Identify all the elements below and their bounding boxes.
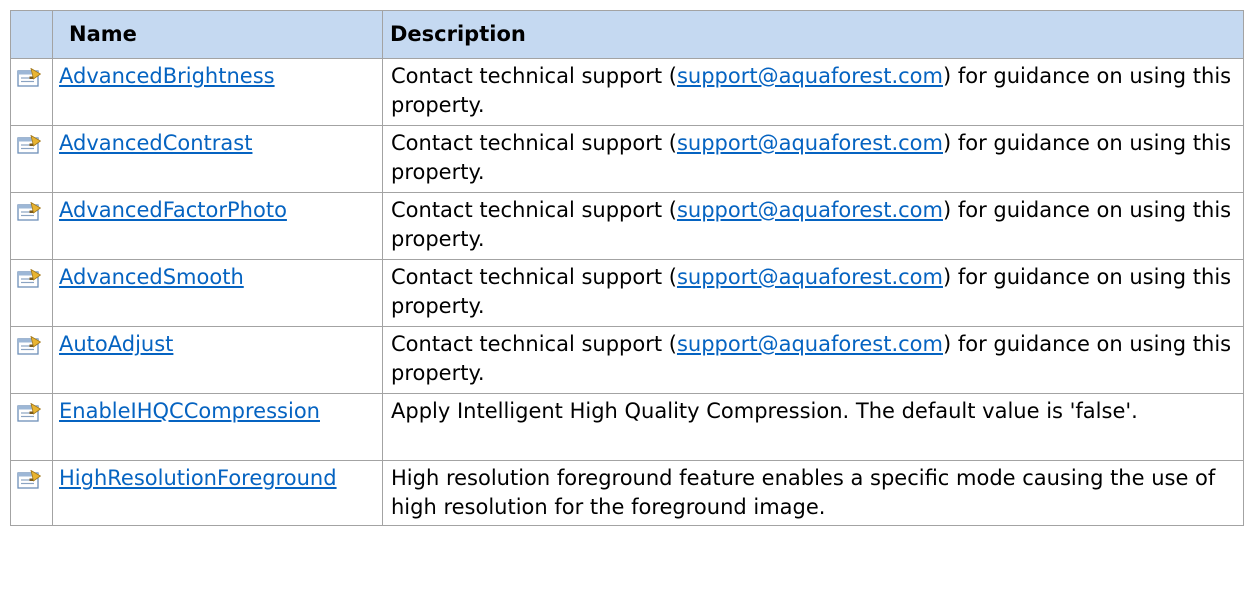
property-icon — [17, 202, 41, 221]
name-cell: AdvancedSmooth — [52, 259, 383, 327]
support-email-link[interactable]: support@aquaforest.com — [677, 332, 943, 356]
property-icon — [17, 470, 41, 489]
table-row: HighResolutionForeground High resolution… — [10, 460, 1244, 526]
property-icon — [17, 269, 41, 288]
description-cell: Contact technical support (support@aquaf… — [382, 58, 1244, 126]
name-cell: AdvancedContrast — [52, 125, 383, 193]
description-cell: Contact technical support (support@aquaf… — [382, 259, 1244, 327]
icon-cell — [10, 125, 53, 193]
description-text: Contact technical support ( — [391, 198, 677, 222]
icon-cell — [10, 192, 53, 260]
property-icon — [17, 336, 41, 355]
support-email-link[interactable]: support@aquaforest.com — [677, 198, 943, 222]
property-link-enableihqccompression[interactable]: EnableIHQCCompression — [59, 399, 320, 423]
table-row: AdvancedSmooth Contact technical support… — [10, 259, 1244, 327]
cut-off-link[interactable] — [0, 0, 60, 6]
description-cell: Contact technical support (support@aquaf… — [382, 192, 1244, 260]
property-icon — [17, 68, 41, 87]
support-email-link[interactable]: support@aquaforest.com — [677, 265, 943, 289]
property-icon — [17, 135, 41, 154]
name-cell: HighResolutionForeground — [52, 460, 383, 526]
icon-cell — [10, 393, 53, 461]
property-link-advancedfactorphoto[interactable]: AdvancedFactorPhoto — [59, 198, 287, 222]
support-email-link[interactable]: support@aquaforest.com — [677, 131, 943, 155]
description-cell: Contact technical support (support@aquaf… — [382, 125, 1244, 193]
name-cell: AutoAdjust — [52, 326, 383, 394]
property-link-autoadjust[interactable]: AutoAdjust — [59, 332, 173, 356]
description-cell: Apply Intelligent High Quality Compressi… — [382, 393, 1244, 461]
properties-table: Name Description AdvancedBrightness Cont… — [10, 10, 1244, 526]
property-link-advancedbrightness[interactable]: AdvancedBrightness — [59, 64, 275, 88]
description-cell: High resolution foreground feature enabl… — [382, 460, 1244, 526]
table-row: AdvancedBrightness Contact technical sup… — [10, 58, 1244, 126]
support-email-link[interactable]: support@aquaforest.com — [677, 64, 943, 88]
icon-cell — [10, 58, 53, 126]
name-cell: AdvancedBrightness — [52, 58, 383, 126]
table-row: AutoAdjust Contact technical support (su… — [10, 326, 1244, 394]
description-text: Contact technical support ( — [391, 64, 677, 88]
description-cell: Contact technical support (support@aquaf… — [382, 326, 1244, 394]
name-cell: AdvancedFactorPhoto — [52, 192, 383, 260]
table-row: AdvancedFactorPhoto Contact technical su… — [10, 192, 1244, 260]
table-header-row: Name Description — [10, 10, 1244, 59]
description-text: Contact technical support ( — [391, 131, 677, 155]
description-text: Contact technical support ( — [391, 265, 677, 289]
table-row: AdvancedContrast Contact technical suppo… — [10, 125, 1244, 193]
property-icon — [17, 403, 41, 422]
property-link-advancedcontrast[interactable]: AdvancedContrast — [59, 131, 252, 155]
name-column-header: Name — [52, 10, 383, 59]
name-cell: EnableIHQCCompression — [52, 393, 383, 461]
description-text: Contact technical support ( — [391, 332, 677, 356]
icon-cell — [10, 460, 53, 526]
icon-cell — [10, 326, 53, 394]
property-link-highresolutionforeground[interactable]: HighResolutionForeground — [59, 466, 337, 490]
icon-column-header — [10, 10, 53, 59]
table-row: EnableIHQCCompression Apply Intelligent … — [10, 393, 1244, 461]
description-column-header: Description — [382, 10, 1244, 59]
property-link-advancedsmooth[interactable]: AdvancedSmooth — [59, 265, 244, 289]
icon-cell — [10, 259, 53, 327]
